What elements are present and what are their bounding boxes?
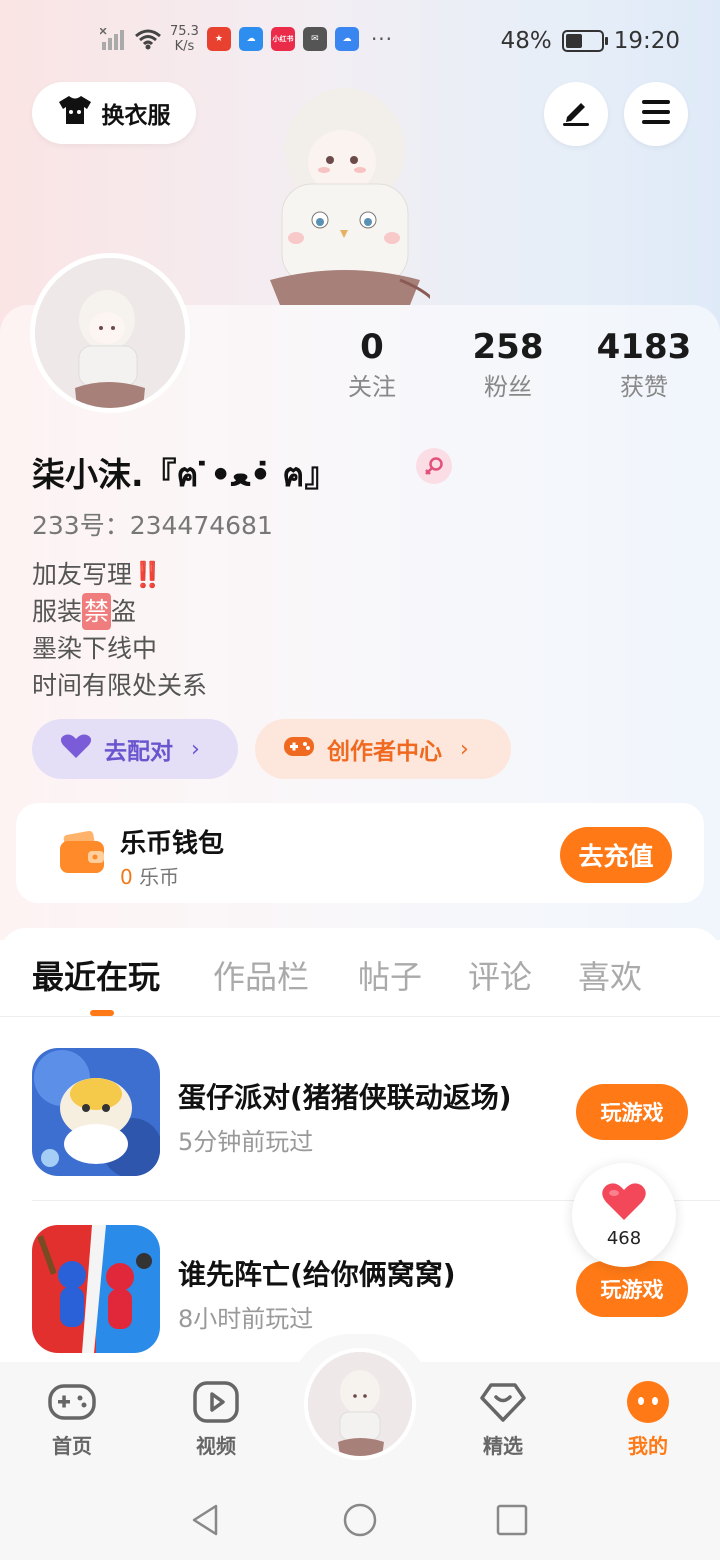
menu-icon <box>641 99 671 129</box>
avatar[interactable] <box>30 253 190 413</box>
chevron-right-icon: › <box>460 736 469 762</box>
nav-video[interactable]: 视频 <box>171 1380 261 1459</box>
app-icon-red: ★ <box>206 27 231 51</box>
battery-icon <box>561 30 608 52</box>
profile-face-icon <box>624 1380 672 1424</box>
tshirt-icon <box>58 95 92 131</box>
nav-featured-label: 精选 <box>483 1434 523 1458</box>
center-avatar-button[interactable] <box>304 1348 416 1460</box>
match-button[interactable]: 去配对 › <box>32 719 238 779</box>
play-game-button[interactable]: 玩游戏 <box>576 1261 688 1317</box>
following-stat[interactable]: 0 关注 <box>302 325 442 405</box>
last-played: 8小时前玩过 <box>178 1305 314 1333</box>
network-speed: 75.3 K/s <box>170 24 199 54</box>
likes-label: 获赞 <box>620 373 668 401</box>
nickname: 柒小沫.『ฅ ̇•ﻌ• ̇ฅ』 <box>32 455 338 494</box>
character-figure[interactable] <box>260 80 437 310</box>
nav-me[interactable]: 我的 <box>603 1380 693 1459</box>
gamepad-icon <box>48 1380 96 1424</box>
match-label: 去配对 <box>104 739 173 765</box>
tab-recently-played[interactable]: 最近在玩 <box>32 952 160 998</box>
wallet-title: 乐币钱包 <box>120 829 225 859</box>
wallet-icon <box>58 830 106 875</box>
following-count: 0 <box>360 327 384 367</box>
bio-line-1: 加友写理‼️ <box>32 560 164 589</box>
clock: 19:20 <box>613 28 680 54</box>
like-count: 468 <box>606 1227 642 1249</box>
game-title: 蛋仔派对(猪猪侠联动返场) <box>178 1081 512 1114</box>
nav-home[interactable]: 首页 <box>27 1380 117 1459</box>
game-icon-who-dies-first <box>32 1225 160 1353</box>
tab-posts[interactable]: 帖子 <box>358 952 422 998</box>
followers-label: 粉丝 <box>484 373 532 401</box>
battery-percent: 48% <box>500 28 552 54</box>
play-game-button[interactable]: 玩游戏 <box>576 1084 688 1140</box>
change-outfit-button[interactable]: 换衣服 <box>32 82 196 144</box>
edit-profile-button[interactable] <box>544 82 608 146</box>
more-notifications-icon: ··· <box>370 27 394 51</box>
heart-diamond-icon <box>479 1380 527 1424</box>
likes-count: 4183 <box>596 327 692 367</box>
creator-center-button[interactable]: 创作者中心 › <box>255 719 511 779</box>
tab-likes[interactable]: 喜欢 <box>578 952 642 998</box>
app-icon-cloud: ☁ <box>334 27 359 51</box>
female-icon <box>416 448 452 484</box>
nav-me-label: 我的 <box>628 1434 668 1458</box>
tab-comments[interactable]: 评论 <box>468 952 532 998</box>
chevron-right-icon: › <box>191 736 200 762</box>
bio-line-2: 服装禁盗 <box>32 593 207 630</box>
profile-stats: 0 关注 258 粉丝 4183 获赞 <box>300 325 720 415</box>
status-bar: 75.3 K/s ★ ☁ 小红书 ✉ ☁ ··· 48% 19:20 <box>0 0 720 86</box>
bio: 加友写理‼️ 服装禁盗 墨染下线中 时间有限处关系 <box>32 556 207 704</box>
following-label: 关注 <box>348 373 396 401</box>
divider <box>0 1016 720 1017</box>
nav-featured[interactable]: 精选 <box>458 1380 548 1459</box>
video-icon <box>192 1380 240 1424</box>
no-signal-icon <box>99 27 126 50</box>
recharge-button[interactable]: 去充值 <box>560 827 672 883</box>
change-outfit-label: 换衣服 <box>101 103 171 129</box>
creator-center-label: 创作者中心 <box>327 739 442 765</box>
followers-count: 258 <box>472 327 544 367</box>
last-played: 5分钟前玩过 <box>178 1128 314 1156</box>
floating-like-button[interactable]: 468 <box>572 1163 676 1267</box>
followers-stat[interactable]: 258 粉丝 <box>438 325 578 405</box>
likes-stat[interactable]: 4183 获赞 <box>574 325 714 405</box>
app-icon-xiaohongshu: 小红书 <box>270 27 295 51</box>
app-icon-mail: ✉ <box>302 27 327 51</box>
game-icon-eggy-party <box>32 1048 160 1176</box>
heart-icon <box>601 1182 647 1226</box>
bio-line-4: 时间有限处关系 <box>32 671 208 700</box>
gamepad-icon <box>283 734 315 764</box>
wallet-card[interactable]: 乐币钱包 0 乐币 去充值 <box>16 803 704 903</box>
nav-video-label: 视频 <box>196 1434 236 1458</box>
menu-button[interactable] <box>624 82 688 146</box>
back-icon[interactable] <box>186 1500 226 1540</box>
pen-icon <box>561 97 591 131</box>
app-icon-weather: ☁ <box>238 27 263 51</box>
tab-works[interactable]: 作品栏 <box>213 952 309 998</box>
game-title: 谁先阵亡(给你俩窝窝) <box>178 1258 456 1291</box>
recents-square-icon[interactable] <box>492 1500 532 1540</box>
list-item[interactable]: 蛋仔派对(猪猪侠联动返场) 5分钟前玩过 玩游戏 <box>32 1048 688 1178</box>
wifi-icon <box>134 28 162 50</box>
home-circle-icon[interactable] <box>340 1500 380 1540</box>
nav-home-label: 首页 <box>52 1434 92 1458</box>
purple-heart-icon <box>60 733 92 765</box>
bio-line-3: 墨染下线中 <box>32 634 158 663</box>
wallet-balance: 0 乐币 <box>120 865 180 889</box>
user-id[interactable]: 233号：234474681 <box>32 506 273 542</box>
